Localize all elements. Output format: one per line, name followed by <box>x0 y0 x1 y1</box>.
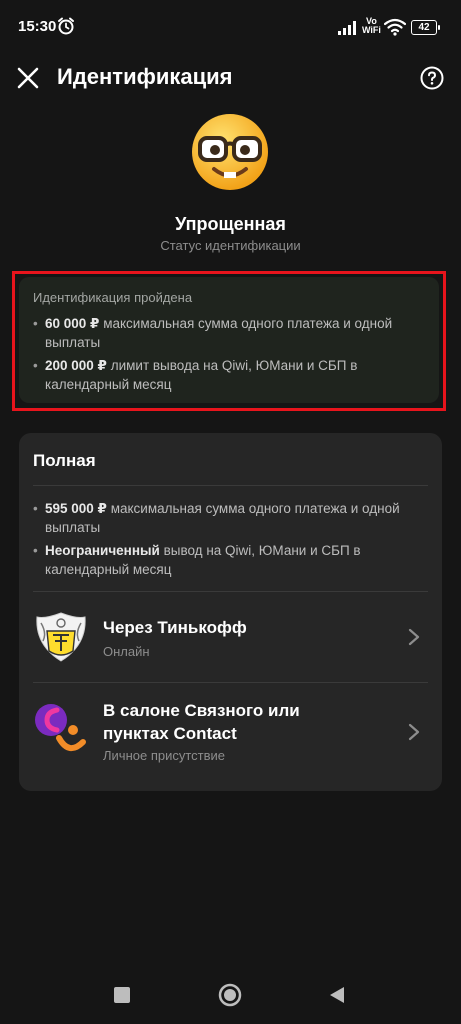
passed-bullets: 60 000 ₽ максимальная сумма одного плате… <box>33 314 423 398</box>
option-tinkoff[interactable]: Через Тинькофф Онлайн <box>19 592 442 682</box>
alarm-icon <box>58 17 74 35</box>
status-time: 15:30 <box>18 18 57 35</box>
bullet-amount: 60 000 ₽ <box>45 316 100 331</box>
page-title: Идентификация <box>57 64 233 89</box>
option-title: Через Тинькофф <box>103 618 247 637</box>
option-title-line: пунктах Contact <box>103 724 237 743</box>
svyaznoy-contact-logo-icon <box>35 704 86 751</box>
recents-button[interactable] <box>114 987 130 1003</box>
close-icon[interactable] <box>16 66 40 90</box>
option-subtitle: Личное присутствие <box>103 748 226 763</box>
list-item: 595 000 ₽ максимальная сумма одного плат… <box>33 499 426 537</box>
back-button[interactable] <box>327 985 347 1005</box>
battery-icon: 42 <box>411 20 440 35</box>
bullet-amount: 595 000 ₽ <box>45 501 107 516</box>
passed-heading: Идентификация пройдена <box>33 290 193 305</box>
volte-indicator: Vo WiFi <box>362 17 381 35</box>
option-title-line: В салоне Связного или <box>103 701 300 720</box>
list-item: Неограниченный вывод на Qiwi, ЮМани и СБ… <box>33 541 426 579</box>
status-bar: 15:30 Vo WiFi 42 <box>0 0 461 56</box>
level-subtitle: Статус идентификации <box>160 238 301 253</box>
home-button[interactable] <box>218 983 242 1007</box>
option-svyaznoy-contact[interactable]: В салоне Связного или пунктах Contact Ли… <box>19 683 442 791</box>
full-level-title: Полная <box>33 451 96 470</box>
full-bullets: 595 000 ₽ максимальная сумма одного плат… <box>33 499 426 583</box>
chevron-right-icon <box>408 628 420 646</box>
option-title: В салоне Связного или пунктах Contact <box>103 699 300 745</box>
full-level-card: Полная 595 000 ₽ максимальная сумма одно… <box>19 433 442 791</box>
list-item: 60 000 ₽ максимальная сумма одного плате… <box>33 314 423 352</box>
help-icon[interactable] <box>420 66 444 90</box>
signal-icon <box>338 21 356 35</box>
volte-bottom: WiFi <box>362 25 381 35</box>
option-subtitle: Онлайн <box>103 644 150 659</box>
level-title: Упрощенная <box>175 214 286 234</box>
passed-card: Идентификация пройдена 60 000 ₽ максимал… <box>19 277 439 403</box>
chevron-right-icon <box>408 723 420 741</box>
nerd-face-emoji-icon <box>192 114 268 190</box>
list-item: 200 000 ₽ лимит вывода на Qiwi, ЮМани и … <box>33 356 423 394</box>
wifi-icon <box>384 18 406 36</box>
bullet-amount: Неограниченный <box>45 543 160 558</box>
divider <box>33 485 428 486</box>
bullet-amount: 200 000 ₽ <box>45 358 107 373</box>
tinkoff-logo-icon <box>36 612 86 662</box>
